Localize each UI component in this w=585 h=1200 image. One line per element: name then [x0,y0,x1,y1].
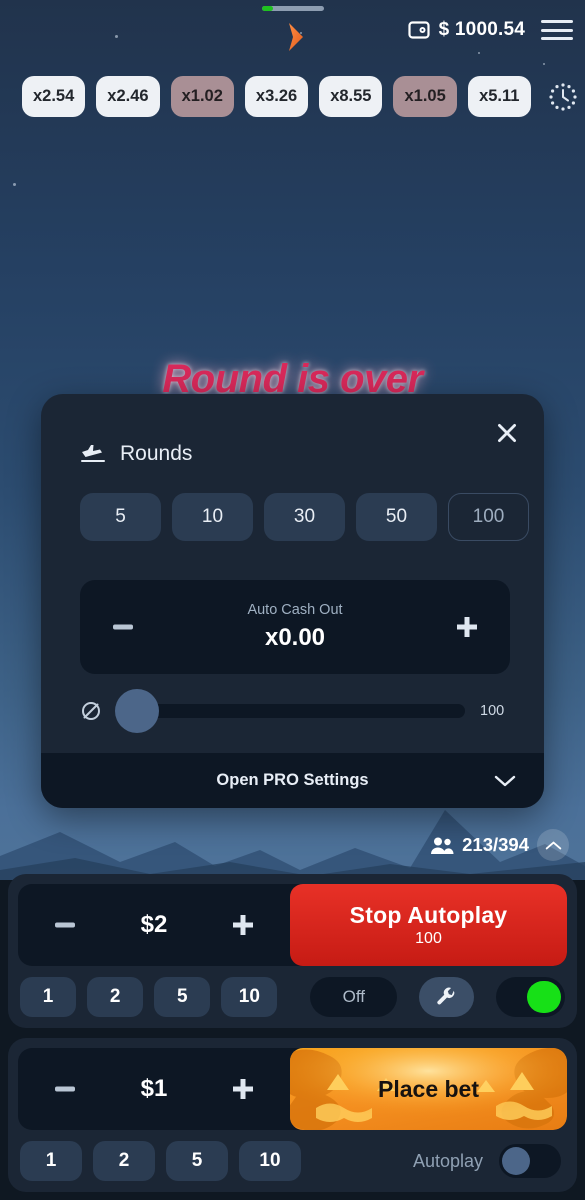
rounds-option-button[interactable]: 5 [80,493,161,541]
auto-cash-out-plus-button[interactable] [450,610,484,644]
stop-autoplay-count: 100 [415,930,442,947]
autoplay-label: Autoplay [412,1150,483,1171]
bet-amount-stepper: $1 [18,1072,290,1106]
quick-amount-button[interactable]: 5 [154,977,211,1017]
slider-thumb[interactable] [115,689,159,733]
multiplier-chip[interactable]: x2.46 [96,76,160,117]
star [115,35,118,38]
bet-panel-primary: $2 Stop Autoplay 100 1 2 5 10 Off [8,874,577,1028]
rounds-option-button[interactable]: 30 [264,493,345,541]
wallet-icon [408,21,430,39]
wrench-icon [437,987,455,1005]
stop-autoplay-label: Stop Autoplay [349,902,508,928]
bet-amount-value: $2 [140,911,168,938]
modal-title: Rounds [120,442,193,465]
auto-cashout-off-button[interactable]: Off [310,977,398,1017]
rounds-option-button[interactable]: 50 [356,493,437,541]
rounds-slider-row: 100 [80,689,510,733]
minus-icon [55,922,75,928]
plus-icon [457,617,477,637]
bet-main-row: $2 Stop Autoplay 100 [18,884,567,966]
settings-wrench-button[interactable] [419,977,474,1017]
plus-icon [232,1079,253,1099]
bet-main-row: $1 Place bet [18,1048,567,1130]
open-pro-settings-button[interactable]: Open PRO Settings [41,753,544,808]
multiplier-chip[interactable]: x1.02 [170,76,234,117]
no-entry-icon[interactable] [80,700,102,722]
players-count-text: 213/394 [462,834,529,855]
chevron-right-icon [289,23,303,51]
auto-cash-out-minus-button[interactable] [106,610,140,644]
slider-value: 100 [480,703,505,719]
quick-amount-button[interactable]: 1 [20,1141,82,1181]
multiplier-chip[interactable]: x8.55 [319,76,383,117]
multiplier-chip[interactable]: x3.26 [244,76,309,117]
auto-cash-out-display: Auto Cash Out x0.00 [140,602,450,652]
bet-status-toggle[interactable] [495,977,566,1017]
rounds-slider[interactable] [115,689,465,733]
rounds-option-button[interactable]: 100 [448,493,529,541]
round-progress-fill [262,6,274,11]
quick-amount-button[interactable]: 10 [239,1141,301,1181]
balance-amount: $ 1000.54 [438,19,525,40]
auto-cash-out-card: Auto Cash Out x0.00 [80,580,510,674]
multiplier-chip[interactable]: x5.11 [467,76,531,117]
minus-icon [55,1086,75,1092]
history-clock-icon[interactable] [548,82,578,112]
quick-amount-button[interactable]: 10 [221,977,278,1017]
players-icon [431,837,454,854]
toggle-knob [502,1147,530,1175]
quick-amount-button[interactable]: 1 [20,977,77,1017]
stop-autoplay-button[interactable]: Stop Autoplay 100 [290,884,567,966]
plus-icon [232,915,253,935]
quick-amount-row-secondary: 1 2 5 10 Autoplay [18,1141,567,1181]
bet-panel-secondary: $1 Place bet 1 2 5 10 Autoplay [8,1038,577,1192]
bet-minus-button[interactable] [48,908,82,942]
auto-cash-out-label: Auto Cash Out [247,602,343,618]
bet-minus-button[interactable] [48,1072,82,1106]
place-bet-label: Place bet [378,1075,479,1102]
top-bar: $ 1000.54 [408,18,573,42]
round-progress-bar [262,6,324,11]
minus-icon [113,624,133,630]
quick-amount-button[interactable]: 2 [93,1141,155,1181]
star [478,52,480,54]
pro-settings-label: Open PRO Settings [216,771,369,789]
toggle-knob [527,981,562,1013]
chevron-up-icon[interactable] [537,829,569,861]
multiplier-chip[interactable]: x2.54 [22,76,86,117]
plane-landing-icon [81,445,105,462]
quick-amount-row-primary: 1 2 5 10 Off [18,977,567,1017]
autoplay-control: Autoplay [413,1144,565,1178]
star [13,183,16,186]
multiplier-chip[interactable]: x1.05 [393,76,457,117]
bet-amount-value: $1 [140,1075,168,1102]
close-icon[interactable] [490,416,524,450]
bet-plus-button[interactable] [226,1072,260,1106]
place-bet-button[interactable]: Place bet [290,1048,567,1130]
game-screen: $ 1000.54 x2.54 x2.46 x1.02 x3.26 x8.55 x1.05… [0,0,585,1200]
multiplier-history: x2.54 x2.46 x1.02 x3.26 x8.55 x1.05 x5.11 [22,76,578,117]
hamburger-menu-icon[interactable] [541,18,573,42]
players-count[interactable]: 213/394 [430,829,569,861]
bet-plus-button[interactable] [226,908,260,942]
star [543,63,545,65]
auto-cash-out-value: x0.00 [264,624,326,651]
quick-amount-button[interactable]: 5 [166,1141,228,1181]
wallet-balance[interactable]: $ 1000.54 [408,19,525,41]
bet-amount-stepper: $2 [18,908,290,942]
rounds-options: 5 10 30 50 100 [80,493,529,541]
quick-amount-button[interactable]: 2 [87,977,144,1017]
chevron-down-icon [494,775,516,786]
modal-header: Rounds [80,442,192,466]
autoplay-toggle[interactable] [499,1144,561,1178]
rounds-option-button[interactable]: 10 [172,493,253,541]
